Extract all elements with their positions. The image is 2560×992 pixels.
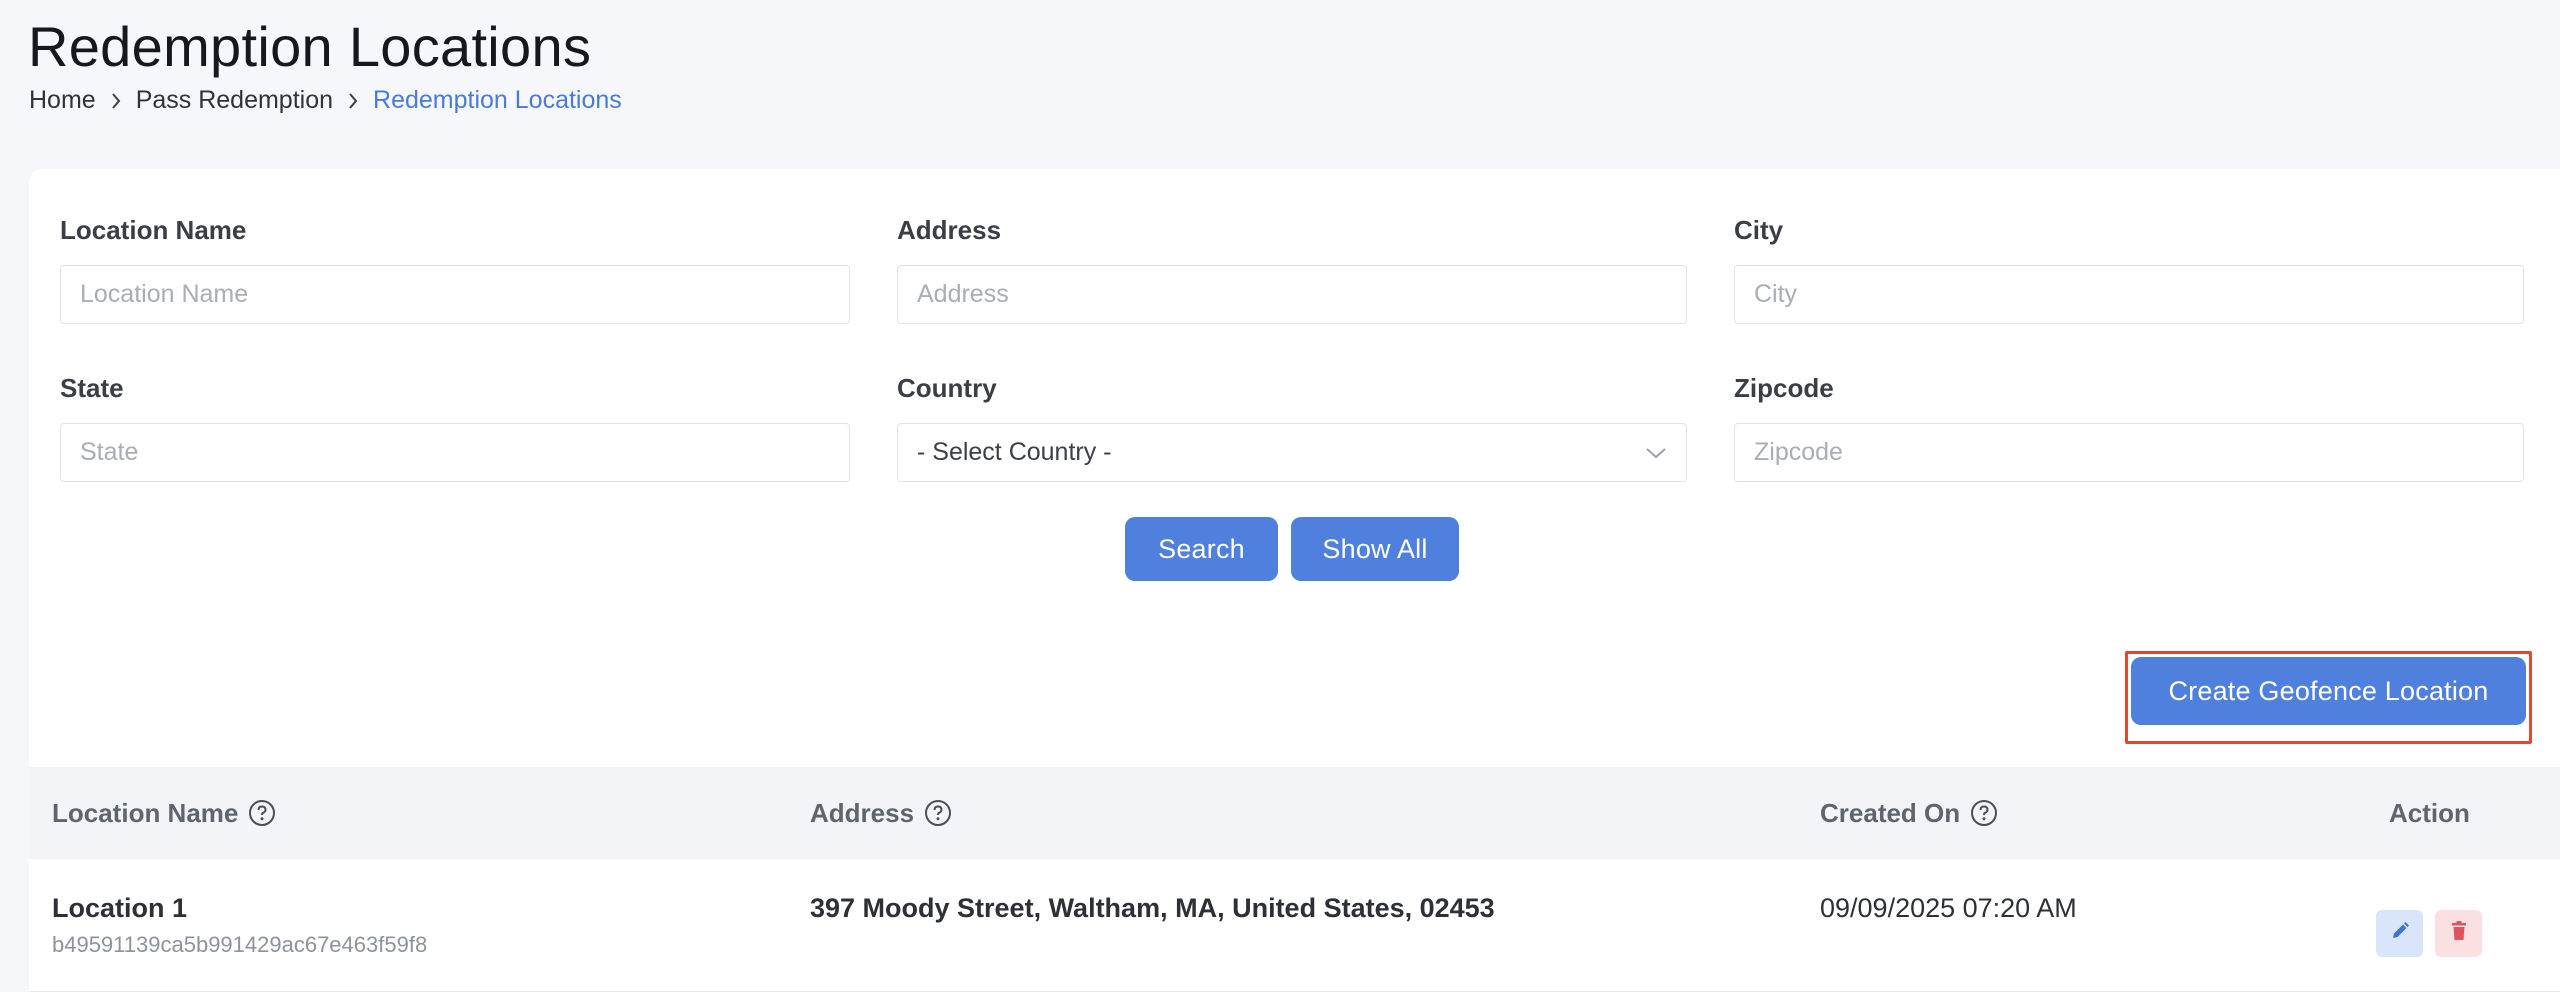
zipcode-input[interactable] — [1734, 423, 2524, 482]
question-circle-icon[interactable] — [924, 799, 952, 827]
breadcrumb: Home Pass Redemption Redemption Location… — [29, 86, 622, 115]
chevron-right-icon — [96, 92, 136, 110]
city-input[interactable] — [1734, 265, 2524, 324]
city-field: City — [1734, 213, 2524, 324]
question-circle-icon[interactable] — [1970, 799, 1998, 827]
city-label: City — [1734, 215, 1784, 245]
zipcode-field: Zipcode — [1734, 371, 2524, 482]
created-on-cell: 09/09/2025 07:20 AM — [1820, 893, 2077, 923]
location-name-field: Location Name — [60, 213, 850, 324]
column-header-created-on[interactable]: Created On — [1820, 767, 1998, 859]
column-header-address-label: Address — [810, 797, 915, 828]
country-label: Country — [897, 373, 997, 403]
address-cell: 397 Moody Street, Waltham, MA, United St… — [810, 893, 1495, 923]
country-select[interactable]: - Select Country - — [897, 423, 1687, 482]
page-title: Redemption Locations — [28, 15, 592, 78]
create-geofence-location-button[interactable]: Create Geofence Location — [2131, 657, 2526, 725]
country-field: Country - Select Country - — [897, 371, 1687, 482]
show-all-button[interactable]: Show All — [1291, 517, 1459, 581]
state-input[interactable] — [60, 423, 850, 482]
location-name-label: Location Name — [60, 215, 247, 245]
address-input[interactable] — [897, 265, 1687, 324]
column-header-action-label: Action — [2389, 797, 2470, 828]
chevron-right-icon — [333, 92, 373, 110]
chevron-down-icon — [1645, 438, 1667, 467]
country-selected-value: - Select Country - — [917, 438, 1112, 466]
page: Redemption Locations Home Pass Redemptio… — [0, 0, 2560, 992]
location-name-cell[interactable]: Location 1 — [52, 893, 187, 924]
breadcrumb-current: Redemption Locations — [373, 86, 622, 114]
trash-icon — [2449, 920, 2469, 947]
breadcrumb-pass-redemption[interactable]: Pass Redemption — [136, 86, 333, 115]
state-field: State — [60, 371, 850, 482]
pencil-icon — [2389, 920, 2411, 947]
breadcrumb-home[interactable]: Home — [29, 86, 96, 115]
column-header-location-name-label: Location Name — [52, 797, 239, 828]
column-header-action: Action — [2389, 767, 2470, 859]
location-name-input[interactable] — [60, 265, 850, 324]
address-field: Address — [897, 213, 1687, 324]
filter-and-table-card: Location Name Address City State Country… — [29, 169, 2560, 992]
address-label: Address — [897, 215, 1002, 245]
column-header-address[interactable]: Address — [810, 767, 952, 859]
zipcode-label: Zipcode — [1734, 373, 1834, 403]
question-circle-icon[interactable] — [248, 799, 276, 827]
search-button[interactable]: Search — [1125, 517, 1278, 581]
column-header-location-name[interactable]: Location Name — [52, 767, 276, 859]
column-header-created-on-label: Created On — [1820, 797, 1961, 828]
state-label: State — [60, 373, 124, 403]
table-header: Location Name Address Created On Action — [29, 767, 2560, 859]
edit-button[interactable] — [2376, 910, 2423, 957]
delete-button[interactable] — [2435, 910, 2482, 957]
table-row: Location 1 b49591139ca5b991429ac67e463f5… — [29, 859, 2560, 992]
location-id-cell: b49591139ca5b991429ac67e463f59f8 — [52, 932, 428, 957]
